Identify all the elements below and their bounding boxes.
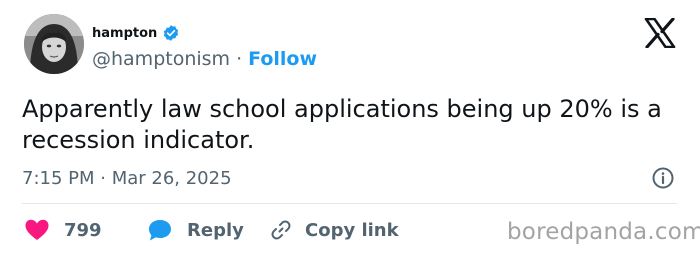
copy-link-button[interactable]: Copy link (269, 218, 399, 242)
author-name-row: hampton (92, 24, 180, 42)
like-count: 799 (64, 219, 102, 241)
verified-badge-icon (162, 24, 180, 42)
author-display-name[interactable]: hampton (92, 26, 157, 41)
handle-separator: · (236, 48, 243, 70)
watermark: boredpanda.com (507, 219, 700, 245)
avatar[interactable] (24, 14, 84, 74)
avatar-photo (24, 14, 84, 74)
link-icon (269, 218, 293, 242)
copy-link-label: Copy link (305, 219, 399, 241)
tweet-text: Apparently law school applications being… (22, 95, 662, 154)
reply-label: Reply (187, 219, 244, 241)
like-button[interactable]: 799 (24, 218, 147, 242)
x-logo-icon[interactable] (643, 17, 677, 49)
author-handle-row: @hamptonism · Follow (92, 48, 317, 70)
info-icon[interactable] (651, 166, 675, 190)
tweet-timestamp[interactable]: 7:15 PM · Mar 26, 2025 (22, 168, 232, 189)
author-handle[interactable]: @hamptonism (92, 48, 230, 70)
reply-button[interactable]: Reply (147, 218, 269, 242)
divider (22, 203, 677, 204)
follow-button[interactable]: Follow (248, 48, 317, 70)
tweet-actions: 799 Reply Copy link (24, 216, 399, 244)
reply-bubble-icon (147, 218, 173, 242)
heart-icon (24, 218, 50, 242)
